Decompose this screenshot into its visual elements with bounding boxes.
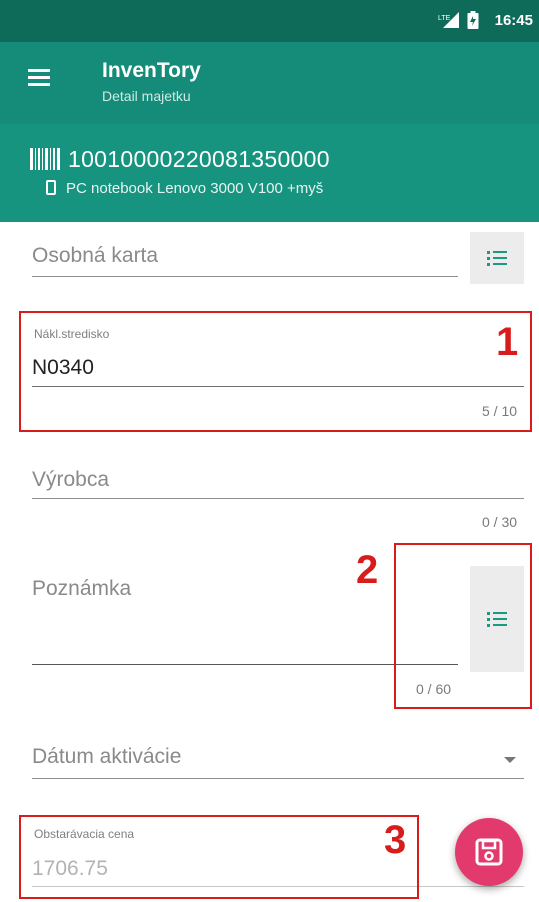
chevron-down-icon[interactable] — [504, 757, 516, 763]
vyrobca-field[interactable]: Výrobca — [32, 468, 109, 492]
save-button[interactable] — [455, 818, 523, 886]
annotation-box-1 — [19, 311, 532, 432]
asset-name: PC notebook Lenovo 3000 V100 +myš — [66, 180, 324, 197]
annotation-box-3 — [19, 815, 419, 899]
lte-signal-icon: LTE — [437, 11, 459, 33]
vyrobca-underline — [32, 498, 524, 499]
osobna-karta-field[interactable]: Osobná karta — [32, 244, 158, 268]
app-subtitle: Detail majetku — [102, 88, 191, 104]
status-icons: LTE — [437, 10, 479, 34]
osobna-karta-underline — [32, 276, 458, 277]
battery-icon — [467, 10, 479, 34]
osobna-karta-list-button[interactable] — [470, 232, 524, 284]
app-title: InvenTory — [102, 59, 201, 82]
annotation-number-3: 3 — [384, 818, 407, 862]
datum-aktivacie-field[interactable]: Dátum aktivácie — [32, 745, 181, 769]
annotation-box-2 — [394, 543, 532, 709]
status-bar: LTE 16:45 — [0, 0, 539, 42]
poznamka-field[interactable]: Poznámka — [32, 577, 131, 601]
hamburger-menu-icon[interactable] — [28, 69, 50, 87]
status-time: 16:45 — [494, 12, 533, 29]
svg-text:LTE: LTE — [438, 15, 451, 22]
clipboard-icon — [46, 180, 56, 195]
asset-code: 10010000220081350000 — [68, 146, 330, 172]
vyrobca-counter: 0 / 30 — [482, 514, 518, 530]
barcode-icon — [30, 148, 60, 170]
app-bar: InvenTory Detail majetku — [0, 42, 539, 124]
datum-aktivacie-underline — [32, 778, 524, 779]
save-icon — [475, 838, 503, 866]
annotation-number-2: 2 — [356, 548, 379, 592]
list-icon — [487, 250, 507, 266]
annotation-number-1: 1 — [496, 320, 519, 364]
asset-header: 10010000220081350000 PC notebook Lenovo … — [0, 124, 539, 222]
